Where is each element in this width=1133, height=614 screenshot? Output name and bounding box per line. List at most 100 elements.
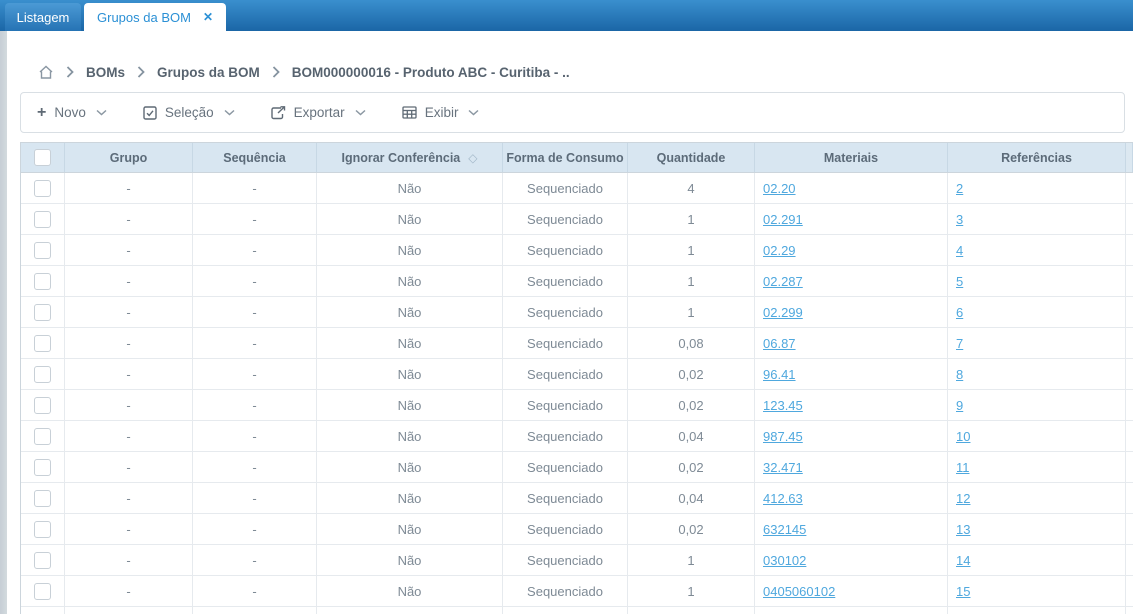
close-icon[interactable]: ✕ <box>203 11 213 23</box>
cell-sequencia: - <box>193 545 317 575</box>
sort-icon[interactable]: ◇ <box>468 151 477 165</box>
exibir-button-label: Exibir <box>424 105 459 120</box>
cell-select <box>21 173 65 203</box>
cell-materiais <box>755 607 948 614</box>
cell-forma: Sequenciado <box>503 452 628 482</box>
selecao-button[interactable]: Seleção <box>143 105 235 120</box>
referencias-link[interactable]: 13 <box>956 522 970 537</box>
row-filler <box>1126 297 1133 327</box>
row-checkbox[interactable] <box>34 458 51 476</box>
chevron-down-icon <box>468 109 479 116</box>
materiais-link[interactable]: 0405060102 <box>763 584 835 599</box>
row-checkbox[interactable] <box>34 303 51 321</box>
column-header-ignorar-conferencia[interactable]: Ignorar Conferência ◇ <box>317 143 503 172</box>
cell-referencias: 9 <box>948 390 1126 420</box>
cell-quantidade: 1 <box>628 545 755 575</box>
cell-sequencia: - <box>193 235 317 265</box>
row-checkbox[interactable] <box>34 241 51 259</box>
referencias-link[interactable]: 12 <box>956 491 970 506</box>
table-row: - - Não Sequenciado 1 02.287 5 <box>21 266 1133 297</box>
column-header-grupo[interactable]: Grupo <box>65 143 193 172</box>
select-all-checkbox[interactable] <box>34 149 51 166</box>
row-checkbox[interactable] <box>34 179 51 197</box>
materiais-link[interactable]: 412.63 <box>763 491 803 506</box>
referencias-link[interactable]: 4 <box>956 243 963 258</box>
column-header-forma-de-consumo[interactable]: Forma de Consumo <box>503 143 628 172</box>
chevron-down-icon <box>224 109 235 116</box>
row-checkbox[interactable] <box>34 334 51 352</box>
table-row: - - Não Sequenciado 1 02.291 3 <box>21 204 1133 235</box>
materiais-link[interactable]: 02.20 <box>763 181 796 196</box>
referencias-link[interactable]: 7 <box>956 336 963 351</box>
materiais-link[interactable]: 030102 <box>763 553 806 568</box>
tab-grupos-da-bom[interactable]: Grupos da BOM ✕ <box>84 3 226 31</box>
cell-sequencia: - <box>193 514 317 544</box>
materiais-link[interactable]: 02.299 <box>763 305 803 320</box>
breadcrumb: BOMs Grupos da BOM BOM000000016 - Produt… <box>38 62 570 82</box>
cell-grupo: - <box>65 483 193 513</box>
cell-select <box>21 421 65 451</box>
materiais-link[interactable]: 02.291 <box>763 212 803 227</box>
cell-referencias: 2 <box>948 173 1126 203</box>
cell-forma: Sequenciado <box>503 204 628 234</box>
tab-listagem[interactable]: Listagem <box>5 3 81 31</box>
referencias-link[interactable]: 9 <box>956 398 963 413</box>
header-select-all[interactable] <box>21 143 65 172</box>
novo-button[interactable]: + Novo <box>37 104 107 121</box>
exportar-button[interactable]: Exportar <box>270 105 366 120</box>
materiais-link[interactable]: 02.287 <box>763 274 803 289</box>
row-checkbox[interactable] <box>34 365 51 383</box>
row-checkbox[interactable] <box>34 272 51 290</box>
referencias-link[interactable]: 15 <box>956 584 970 599</box>
referencias-link[interactable]: 2 <box>956 181 963 196</box>
materiais-link[interactable]: 123.45 <box>763 398 803 413</box>
cell-grupo: - <box>65 545 193 575</box>
table-row: - - Não Sequenciado 4 02.20 2 <box>21 173 1133 204</box>
referencias-link[interactable]: 5 <box>956 274 963 289</box>
row-checkbox[interactable] <box>34 520 51 538</box>
cell-grupo: - <box>65 359 193 389</box>
referencias-link[interactable]: 10 <box>956 429 970 444</box>
row-filler <box>1126 452 1133 482</box>
row-checkbox[interactable] <box>34 489 51 507</box>
cell-ignorar: Não <box>317 390 503 420</box>
cell-grupo: - <box>65 576 193 606</box>
materiais-link[interactable]: 96.41 <box>763 367 796 382</box>
table-row: - - Não Sequenciado 0,02 32.471 11 <box>21 452 1133 483</box>
row-checkbox[interactable] <box>34 210 51 228</box>
materiais-link[interactable]: 987.45 <box>763 429 803 444</box>
breadcrumb-item-boms[interactable]: BOMs <box>86 65 125 80</box>
cell-ignorar: Não <box>317 204 503 234</box>
row-checkbox[interactable] <box>34 427 51 445</box>
materiais-link[interactable]: 06.87 <box>763 336 796 351</box>
exibir-button[interactable]: Exibir <box>402 105 480 120</box>
column-header-referencias[interactable]: Referências <box>948 143 1126 172</box>
referencias-link[interactable]: 3 <box>956 212 963 227</box>
materiais-link[interactable]: 632145 <box>763 522 806 537</box>
row-filler <box>1126 514 1133 544</box>
row-filler <box>1126 266 1133 296</box>
cell-forma: Sequenciado <box>503 297 628 327</box>
home-icon[interactable] <box>38 65 54 80</box>
materiais-link[interactable]: 02.29 <box>763 243 796 258</box>
column-header-quantidade[interactable]: Quantidade <box>628 143 755 172</box>
chevron-down-icon <box>355 109 366 116</box>
cell-sequencia: - <box>193 266 317 296</box>
cell-referencias: 6 <box>948 297 1126 327</box>
breadcrumb-item-grupos[interactable]: Grupos da BOM <box>157 65 260 80</box>
row-checkbox[interactable] <box>34 582 51 600</box>
cell-forma: Sequenciado <box>503 390 628 420</box>
row-checkbox[interactable] <box>34 551 51 569</box>
referencias-link[interactable]: 11 <box>956 460 970 475</box>
column-header-materiais[interactable]: Materiais <box>755 143 948 172</box>
row-checkbox[interactable] <box>34 396 51 414</box>
column-header-sequencia[interactable]: Sequência <box>193 143 317 172</box>
materiais-link[interactable]: 32.471 <box>763 460 803 475</box>
referencias-link[interactable]: 14 <box>956 553 970 568</box>
cell-materiais: 632145 <box>755 514 948 544</box>
row-filler <box>1126 235 1133 265</box>
export-icon <box>270 105 286 120</box>
referencias-link[interactable]: 6 <box>956 305 963 320</box>
referencias-link[interactable]: 8 <box>956 367 963 382</box>
cell-quantidade: 1 <box>628 204 755 234</box>
